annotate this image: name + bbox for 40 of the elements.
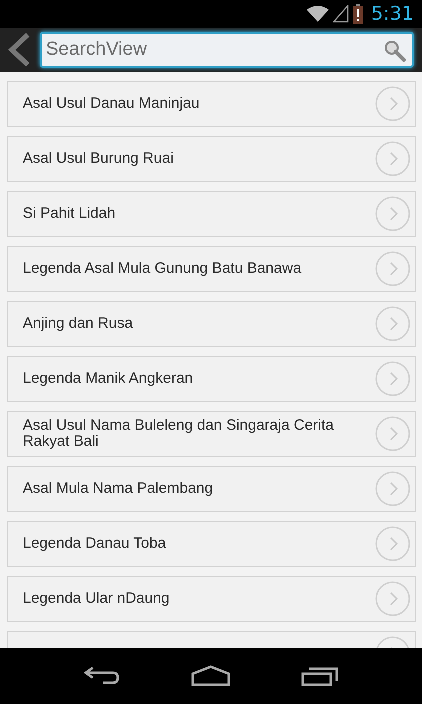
back-icon[interactable]	[6, 32, 32, 68]
chevron-right-icon[interactable]	[375, 581, 411, 617]
item-title: Si Pahit Lidah	[23, 206, 117, 222]
item-title: Anjing dan Rusa	[23, 316, 134, 332]
list-item[interactable]: Asal Usul Nama Buleleng dan Singaraja Cerita Rakyat Bali	[7, 411, 416, 457]
wifi-icon	[307, 5, 330, 23]
clock-time: 5:31	[371, 2, 414, 27]
home-icon[interactable]	[191, 665, 231, 687]
chevron-right-icon[interactable]	[375, 471, 411, 507]
chevron-right-icon[interactable]	[375, 251, 411, 287]
search-icon[interactable]	[384, 40, 406, 62]
recent-apps-icon[interactable]	[301, 665, 339, 687]
list-item[interactable]: Anjing dan Rusa	[7, 301, 416, 347]
signal-icon	[333, 5, 350, 23]
list-item[interactable]: Legenda Manik Angkeran	[7, 356, 416, 402]
list-item[interactable]: Legenda Asal Mula Gunung Batu Banawa	[7, 246, 416, 292]
list-item[interactable]: Si Pahit Lidah	[7, 191, 416, 237]
list-item[interactable]: Asal Usul Danau Maninjau	[7, 81, 416, 127]
chevron-right-icon[interactable]	[375, 141, 411, 177]
battery-icon	[353, 4, 364, 24]
chevron-right-icon[interactable]	[375, 416, 411, 452]
chevron-right-icon[interactable]	[375, 86, 411, 122]
item-title: Legenda Danau Toba	[23, 536, 168, 552]
item-title: Asal Usul Burung Ruai	[23, 150, 175, 168]
chevron-right-icon[interactable]	[375, 361, 411, 397]
back-icon[interactable]	[83, 665, 121, 687]
list-item[interactable]: Asal Mula Nama Palembang	[7, 466, 416, 512]
item-title: Legenda Ular nDaung	[23, 590, 171, 608]
search-field[interactable]: SearchView	[40, 32, 414, 68]
chevron-right-icon[interactable]	[375, 196, 411, 232]
item-title: Legenda Asal Mula Gunung Batu Banawa	[23, 260, 303, 278]
item-title: Asal Usul Danau Maninjau	[23, 96, 201, 112]
chevron-right-icon[interactable]	[375, 306, 411, 342]
item-title: Asal Mula Nama Palembang	[23, 480, 214, 498]
item-title: Legenda Manik Angkeran	[23, 370, 194, 388]
item-title: Asal Usul Nama Buleleng dan Singaraja Cerita Rakyat Bali	[23, 418, 336, 450]
list-item[interactable]: Asal Usul Burung Ruai	[7, 136, 416, 182]
list-item[interactable]: Legenda Danau Toba	[7, 521, 416, 567]
chevron-right-icon[interactable]	[375, 526, 411, 562]
list-item[interactable]: Legenda Ular nDaung	[7, 576, 416, 622]
